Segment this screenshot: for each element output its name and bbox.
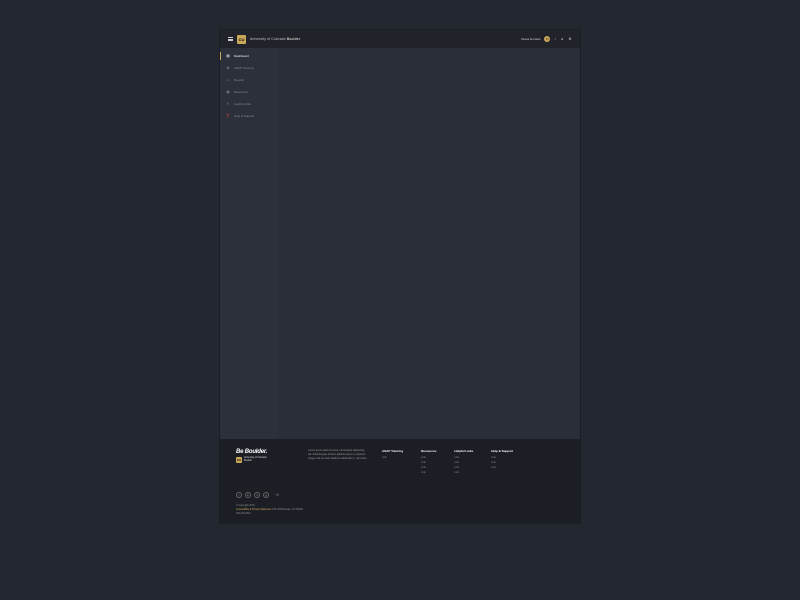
sidebar-item-label: Dashboard	[234, 54, 249, 58]
chevron-right-icon: ›	[271, 90, 272, 94]
sidebar-nav: ▤ Dashboard ✿ ASAP Tutoring ▭ Results ▣ Resourc…	[220, 48, 278, 439]
footer-column-heading: Help & Support	[491, 449, 513, 453]
footer-link[interactable]: Link	[454, 461, 473, 464]
sidebar-item-icon: ✎	[226, 102, 230, 106]
footer-column-heading: ASAP Tutoring	[382, 449, 403, 453]
footer-link[interactable]: Link	[421, 466, 436, 469]
cu-logo-icon: CU	[237, 35, 246, 44]
footer-link[interactable]: Link	[491, 456, 513, 459]
header-left: CU University of Colorado Boulder	[228, 35, 300, 44]
sidebar-item-resources[interactable]: ▣ Resources ›	[220, 86, 278, 98]
footer-logo-row: CU University of Colorado Boulder	[236, 457, 294, 463]
footer-link[interactable]: Link	[454, 456, 473, 459]
sidebar-item-help-support[interactable]: ❓ Help & Support	[220, 110, 278, 122]
footer-social-row: f in 𝕏 g ✉	[236, 492, 564, 498]
footer-column: Helpful Links Link Link Link Link	[454, 449, 473, 474]
footer-logo-line2: Boulder	[244, 460, 267, 463]
sidebar-item-dashboard[interactable]: ▤ Dashboard	[220, 50, 278, 62]
footer-link[interactable]: Link	[421, 461, 436, 464]
copyright-text: © Copyright 2019	[236, 504, 255, 507]
sidebar-item-icon: ▣	[226, 90, 230, 94]
footer-link[interactable]: Link	[454, 466, 473, 469]
phone-text: 303-492-6611	[236, 512, 251, 515]
sidebar-item-icon: ▭	[226, 78, 230, 82]
footer-link-columns: ASAP Tutoring Link Resources Link Link Link Li…	[382, 449, 513, 474]
user-name-label: Diana Donado	[521, 37, 540, 41]
sidebar-item-helpful-links[interactable]: ✎ Helpful Links ›	[220, 98, 278, 110]
footer-top-row: Be Boulder. CU University of Colorado Bo…	[236, 449, 564, 474]
sidebar-item-results[interactable]: ▭ Results	[220, 74, 278, 86]
footer-column: Resources Link Link Link Link	[421, 449, 436, 474]
footer-column: ASAP Tutoring Link	[382, 449, 403, 474]
sidebar-item-asap-tutoring[interactable]: ✿ ASAP Tutoring	[220, 62, 278, 74]
footer-column-heading: Helpful Links	[454, 449, 473, 453]
social-linkedin-icon[interactable]: in	[245, 492, 251, 498]
social-mail-icon[interactable]: ✉	[276, 493, 279, 497]
sidebar-item-label: Results	[234, 78, 244, 82]
sidebar-item-icon: ▤	[226, 54, 230, 58]
footer-link[interactable]: Link	[421, 471, 436, 474]
chevron-right-icon: ›	[271, 102, 272, 106]
footer-description: Lorem ipsum dolor sit amet, consectetur …	[308, 449, 368, 474]
social-twitter-icon[interactable]: 𝕏	[254, 492, 260, 498]
sidebar-item-label: ASAP Tutoring	[234, 66, 254, 70]
footer: Be Boulder. CU University of Colorado Bo…	[220, 439, 580, 523]
user-menu-caret-icon[interactable]: ▾	[554, 37, 556, 41]
be-boulder-text: Be Boulder.	[236, 449, 294, 455]
sidebar-item-label: Helpful Links	[234, 102, 251, 106]
notification-icon[interactable]: ●	[560, 37, 564, 41]
social-facebook-icon[interactable]: f	[236, 492, 242, 498]
footer-cu-logo-icon: CU	[236, 457, 242, 463]
app-header: CU University of Colorado Boulder Diana …	[220, 30, 580, 48]
footer-link[interactable]: Link	[421, 456, 436, 459]
user-avatar[interactable]: D	[544, 36, 550, 42]
footer-logo-subtitle: University of Colorado Boulder	[244, 457, 267, 462]
settings-gear-icon[interactable]: ⚙	[568, 37, 572, 41]
footer-column-heading: Resources	[421, 449, 436, 453]
hamburger-menu-icon[interactable]	[228, 37, 233, 41]
footer-link[interactable]: Link	[491, 461, 513, 464]
header-title-a: University of Colorado	[250, 37, 287, 41]
header-title-b: Boulder	[287, 37, 300, 41]
address-text: 135 UCB Boulder, CO 80309	[271, 508, 303, 511]
footer-link[interactable]: Link	[454, 471, 473, 474]
sidebar-item-label: Resources	[234, 90, 248, 94]
body-layout: ▤ Dashboard ✿ ASAP Tutoring ▭ Results ▣ Resourc…	[220, 48, 580, 439]
sidebar-item-icon: ✿	[226, 66, 230, 70]
footer-column: Help & Support Link Link Link	[491, 449, 513, 474]
footer-link[interactable]: Link	[491, 466, 513, 469]
header-right: Diana Donado D ▾ ● ⚙	[521, 36, 572, 42]
social-gplus-icon[interactable]: g	[263, 492, 269, 498]
sidebar-item-label: Help & Support	[234, 114, 254, 118]
accessibility-link[interactable]: Accessibility & Privacy Statement	[236, 508, 271, 511]
sidebar-item-icon: ❓	[226, 114, 230, 118]
footer-legal: © Copyright 2019 Accessibility & Privacy…	[236, 504, 564, 515]
header-title: University of Colorado Boulder	[250, 37, 300, 41]
footer-link[interactable]: Link	[382, 456, 403, 459]
main-content	[278, 48, 580, 439]
footer-brand: Be Boulder. CU University of Colorado Bo…	[236, 449, 294, 474]
